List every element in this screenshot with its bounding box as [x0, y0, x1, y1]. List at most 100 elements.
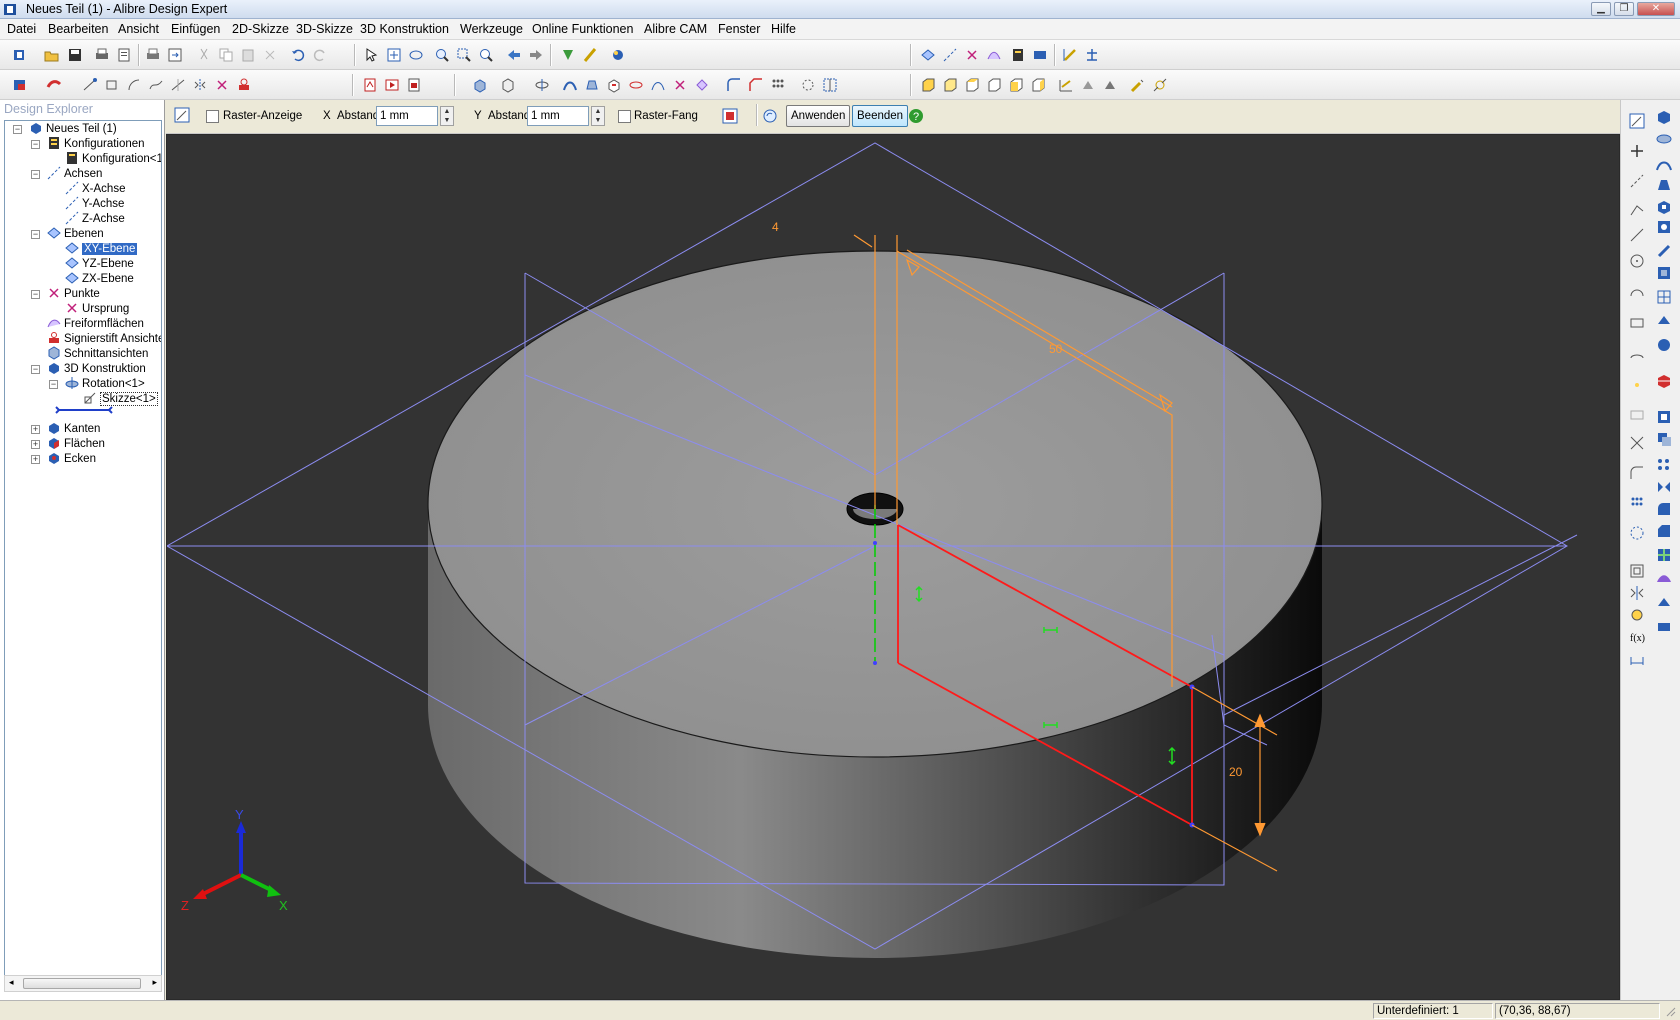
pattern-icon[interactable]: [770, 77, 786, 93]
point-tool-icon[interactable]: [964, 47, 980, 63]
print-preview-icon[interactable]: [145, 47, 161, 63]
shell-icon[interactable]: [694, 77, 710, 93]
material-icon[interactable]: [560, 47, 576, 63]
feature-split-icon[interactable]: [1655, 372, 1673, 390]
sketch-mode-icon[interactable]: [174, 107, 190, 123]
tree-item-part[interactable]: Neues Teil (1): [29, 121, 117, 137]
circular-pattern-icon[interactable]: [800, 77, 816, 93]
sketch-activate-icon[interactable]: [1628, 112, 1646, 130]
trim-tool-icon[interactable]: [1628, 434, 1646, 452]
view-normal-icon[interactable]: [1080, 77, 1096, 93]
sweep-icon[interactable]: [562, 77, 578, 93]
x-spacing-stepper[interactable]: ▲ ▼: [440, 106, 454, 126]
pattern-tool-icon[interactable]: [1628, 494, 1646, 512]
tree-item-revolve[interactable]: Rotation<1>: [65, 376, 145, 392]
sketch-line-icon[interactable]: [82, 77, 98, 93]
graphics-viewport[interactable]: 4 50 20 Y Z X: [166, 134, 1620, 1000]
part-color-icon[interactable]: [12, 77, 28, 93]
chamfer-icon[interactable]: [748, 77, 764, 93]
refresh-icon[interactable]: [762, 108, 778, 124]
menu-3d-konstruktion[interactable]: 3D Konstruktion: [360, 22, 449, 36]
tree-item-z-axis[interactable]: Z-Achse: [65, 211, 125, 227]
spline-tool-icon[interactable]: [1628, 376, 1646, 394]
tree-item-planes[interactable]: Ebenen: [47, 226, 104, 242]
sketch-point-icon[interactable]: [1628, 142, 1646, 160]
menu-online-funktionen[interactable]: Online Funktionen: [532, 22, 633, 36]
feature-thread-icon[interactable]: [1655, 242, 1673, 260]
minimize-button[interactable]: ▁: [1591, 2, 1611, 16]
view-shaded-icon[interactable]: [1102, 77, 1118, 93]
feature-boolean-icon[interactable]: [1655, 430, 1673, 448]
sketch-rect-icon[interactable]: [104, 77, 120, 93]
help-icon[interactable]: ?: [908, 108, 924, 124]
x-spacing-input[interactable]: [376, 106, 438, 126]
sweep-cut-icon[interactable]: [650, 77, 666, 93]
undo-icon[interactable]: [290, 47, 306, 63]
circular-pattern-tool-icon[interactable]: [1628, 524, 1646, 542]
explorer-horizontal-scrollbar[interactable]: ◂ ▸: [4, 975, 162, 992]
view-front-icon[interactable]: [920, 77, 936, 93]
tree-item-yz-plane[interactable]: YZ-Ebene: [65, 256, 134, 272]
analysis-icon[interactable]: [1152, 77, 1168, 93]
collapse-toggle[interactable]: −: [49, 380, 58, 389]
fillet-icon[interactable]: [726, 77, 742, 93]
collapse-toggle[interactable]: −: [31, 170, 40, 179]
measure-icon[interactable]: [1062, 47, 1078, 63]
zoom-icon[interactable]: [434, 47, 450, 63]
line-tool-icon[interactable]: [1628, 226, 1646, 244]
feature-rib-icon[interactable]: [1655, 312, 1673, 330]
extrude-icon[interactable]: [472, 77, 488, 93]
tree-item-section-views[interactable]: Schnittansichten: [47, 346, 148, 362]
feature-sweep-icon[interactable]: [1655, 156, 1673, 174]
zoom-window-icon[interactable]: [456, 47, 472, 63]
design-variables-icon[interactable]: [1032, 47, 1048, 63]
feature-linear-pattern-icon[interactable]: [1655, 456, 1673, 474]
box-view-icon[interactable]: [500, 77, 516, 93]
save-icon[interactable]: [67, 47, 83, 63]
menu-ansicht[interactable]: Ansicht: [118, 22, 159, 36]
feature-mirror-icon[interactable]: [1655, 478, 1673, 496]
menu-einfuegen[interactable]: Einfügen: [171, 22, 220, 36]
y-spacing-input[interactable]: [527, 106, 589, 126]
feature-revolve-icon[interactable]: [1655, 130, 1673, 148]
mirror-feature-icon[interactable]: [822, 77, 838, 93]
edit-sketch-icon[interactable]: [1130, 77, 1146, 93]
copy-icon[interactable]: [218, 47, 234, 63]
menu-fenster[interactable]: Fenster: [718, 22, 760, 36]
sketch-spline-icon[interactable]: [148, 77, 164, 93]
menu-werkzeuge[interactable]: Werkzeuge: [460, 22, 523, 36]
grid-display-checkbox[interactable]: [206, 110, 219, 123]
collapse-toggle[interactable]: −: [31, 290, 40, 299]
grid-settings-icon[interactable]: [722, 108, 738, 124]
feature-cut-icon[interactable]: [1655, 198, 1673, 216]
restore-button[interactable]: ❐: [1614, 2, 1634, 16]
loft-icon[interactable]: [584, 77, 600, 93]
view-back-icon[interactable]: [942, 77, 958, 93]
arc-tool-icon[interactable]: [1628, 284, 1646, 302]
view-bottom-icon[interactable]: [986, 77, 1002, 93]
scroll-right-icon[interactable]: ▸: [152, 977, 157, 988]
redo-icon[interactable]: [312, 47, 328, 63]
revolve-cut-icon[interactable]: [628, 77, 644, 93]
sketch-arc-icon[interactable]: [126, 77, 142, 93]
circle-tool-icon[interactable]: [1628, 252, 1646, 270]
tree-item-configurations[interactable]: Konfigurationen: [47, 136, 145, 152]
next-view-icon[interactable]: [528, 47, 544, 63]
expand-toggle[interactable]: +: [31, 440, 40, 449]
rotate-view-icon[interactable]: [408, 47, 424, 63]
menu-2d-skizze[interactable]: 2D-Skizze: [232, 22, 289, 36]
tree-item-vertices[interactable]: Ecken: [47, 451, 96, 467]
feature-combine-icon[interactable]: [1655, 546, 1673, 564]
finish-button[interactable]: Beenden: [852, 105, 909, 127]
view-top-icon[interactable]: [964, 77, 980, 93]
scroll-left-icon[interactable]: ◂: [9, 977, 14, 988]
menu-hilfe[interactable]: Hilfe: [771, 22, 796, 36]
configuration-tool-icon[interactable]: [1010, 47, 1026, 63]
plane-tool-icon[interactable]: [920, 47, 936, 63]
feature-loft-icon[interactable]: [1655, 176, 1673, 194]
tree-item-origin[interactable]: Ursprung: [65, 301, 129, 317]
feature-shell-icon[interactable]: [1655, 264, 1673, 282]
resize-grip-icon[interactable]: [1664, 1005, 1676, 1017]
new-icon[interactable]: [12, 47, 28, 63]
sketch-mirror-icon[interactable]: [192, 77, 208, 93]
